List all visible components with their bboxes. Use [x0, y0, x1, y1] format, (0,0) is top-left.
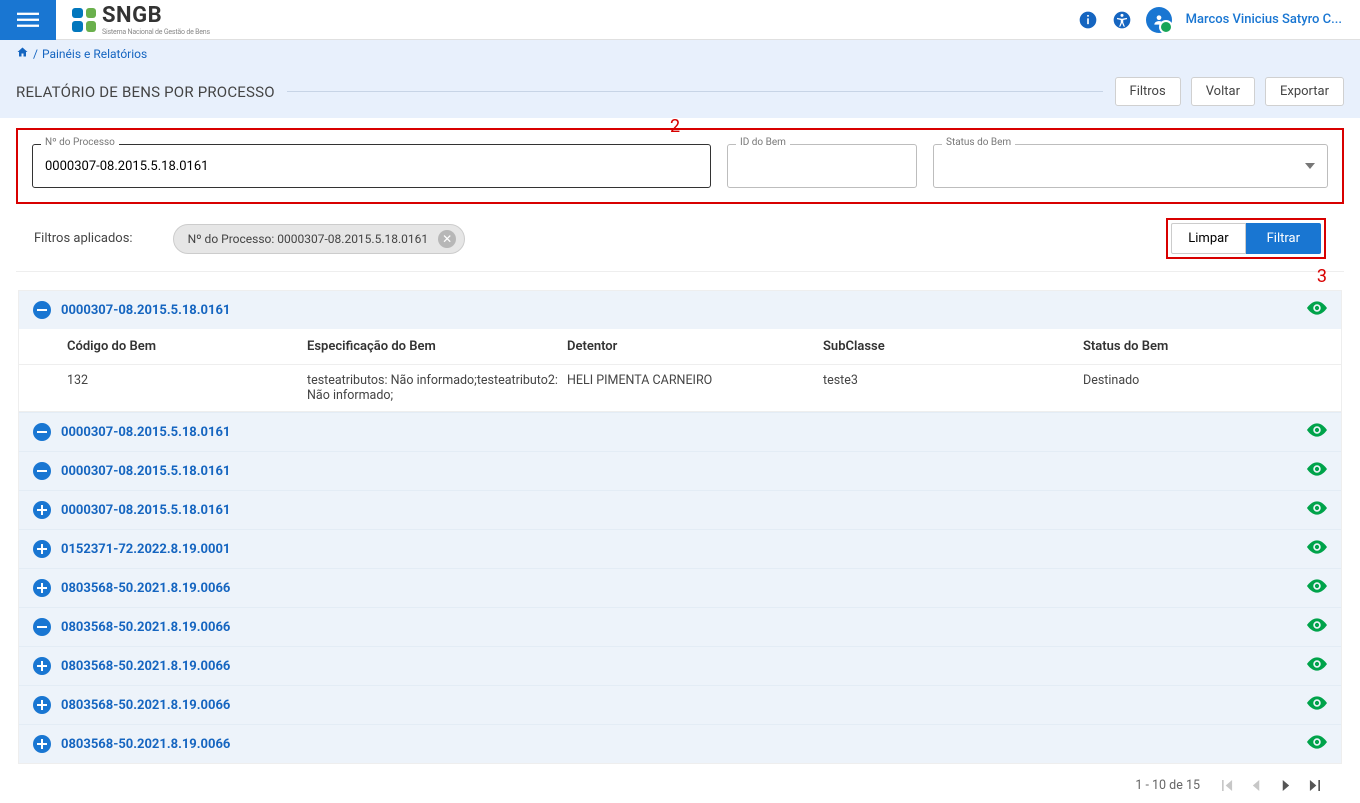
accordion-row[interactable]: 0803568-50.2021.8.19.0066 — [19, 724, 1341, 763]
info-icon[interactable] — [1078, 10, 1098, 30]
breadcrumb: / Painéis e Relatórios — [0, 40, 1360, 67]
process-link[interactable]: 0000307-08.2015.5.18.0161 — [61, 464, 230, 479]
chevron-down-icon — [1305, 163, 1315, 169]
page-title: RELATÓRIO DE BENS POR PROCESSO — [16, 83, 275, 101]
view-icon[interactable] — [1307, 501, 1327, 519]
home-icon[interactable] — [16, 46, 29, 61]
view-icon[interactable] — [1307, 696, 1327, 714]
voltar-button[interactable]: Voltar — [1191, 77, 1255, 106]
detail-row: 132testeatributos: Não informado;testeat… — [19, 365, 1341, 412]
menu-button[interactable] — [0, 0, 56, 40]
accordion-row[interactable]: 0803568-50.2021.8.19.0066 — [19, 685, 1341, 724]
exportar-button[interactable]: Exportar — [1265, 77, 1344, 106]
limpar-button[interactable]: Limpar — [1171, 223, 1245, 254]
filters-applied-label: Filtros aplicados: — [34, 231, 133, 246]
annotation-3: 3 — [1317, 266, 1327, 287]
collapse-icon[interactable] — [33, 618, 51, 636]
view-icon[interactable] — [1307, 735, 1327, 753]
view-icon[interactable] — [1307, 579, 1327, 597]
expand-icon[interactable] — [33, 735, 51, 753]
accordion-row[interactable]: 0152371-72.2022.8.19.0001 — [19, 529, 1341, 568]
process-link[interactable]: 0000307-08.2015.5.18.0161 — [61, 425, 230, 440]
page-prev-icon[interactable] — [1251, 780, 1262, 791]
process-link[interactable]: 0000307-08.2015.5.18.0161 — [61, 503, 230, 518]
user-avatar-icon[interactable] — [1146, 7, 1172, 33]
page-next-icon[interactable] — [1280, 780, 1291, 791]
logo-text: SNGB — [102, 3, 210, 28]
processo-input[interactable] — [32, 144, 711, 188]
accordion-row[interactable]: 0803568-50.2021.8.19.0066 — [19, 646, 1341, 685]
page-first-icon[interactable] — [1222, 780, 1233, 791]
accordion-row[interactable]: 0000307-08.2015.5.18.0161 — [19, 291, 1341, 329]
page-last-icon[interactable] — [1309, 780, 1320, 791]
page-range: 1 - 10 de 15 — [1135, 778, 1200, 793]
collapse-icon[interactable] — [33, 462, 51, 480]
view-icon[interactable] — [1307, 657, 1327, 675]
accordion-row[interactable]: 0803568-50.2021.8.19.0066 — [19, 568, 1341, 607]
logo-icon — [72, 8, 96, 32]
view-icon[interactable] — [1307, 618, 1327, 636]
expand-icon[interactable] — [33, 540, 51, 558]
process-link[interactable]: 0152371-72.2022.8.19.0001 — [61, 542, 230, 557]
process-link[interactable]: 0803568-50.2021.8.19.0066 — [61, 737, 230, 752]
view-icon[interactable] — [1307, 462, 1327, 480]
view-icon[interactable] — [1307, 540, 1327, 558]
id-bem-label: ID do Bem — [736, 137, 790, 148]
breadcrumb-link[interactable]: Painéis e Relatórios — [42, 47, 147, 61]
accordion-row[interactable]: 0803568-50.2021.8.19.0066 — [19, 607, 1341, 646]
process-link[interactable]: 0000307-08.2015.5.18.0161 — [61, 303, 230, 318]
filter-panel: 2 Nº do Processo ID do Bem Status do Bem — [16, 128, 1344, 204]
id-bem-input[interactable] — [727, 144, 917, 188]
process-link[interactable]: 0803568-50.2021.8.19.0066 — [61, 659, 230, 674]
process-link[interactable]: 0803568-50.2021.8.19.0066 — [61, 698, 230, 713]
filter-chip: Nº do Processo: 0000307-08.2015.5.18.016… — [173, 224, 466, 254]
filtrar-button[interactable]: Filtrar — [1246, 223, 1321, 254]
view-icon[interactable] — [1307, 301, 1327, 319]
status-bem-label: Status do Bem — [942, 137, 1015, 148]
process-link[interactable]: 0803568-50.2021.8.19.0066 — [61, 620, 230, 635]
accordion-row[interactable]: 0000307-08.2015.5.18.0161 — [19, 412, 1341, 451]
pagination: 1 - 10 de 15 — [16, 764, 1344, 803]
expand-icon[interactable] — [33, 501, 51, 519]
accordion-row[interactable]: 0000307-08.2015.5.18.0161 — [19, 490, 1341, 529]
accessibility-icon[interactable] — [1112, 10, 1132, 30]
chip-remove-icon[interactable]: ✕ — [438, 230, 456, 248]
accordion-row[interactable]: 0000307-08.2015.5.18.0161 — [19, 451, 1341, 490]
expand-icon[interactable] — [33, 579, 51, 597]
collapse-icon[interactable] — [33, 423, 51, 441]
view-icon[interactable] — [1307, 423, 1327, 441]
filtros-button[interactable]: Filtros — [1115, 77, 1181, 106]
annotation-2: 2 — [670, 116, 680, 137]
logo-subtitle: Sistema Nacional de Gestão de Bens — [102, 28, 210, 36]
detail-header: Código do BemEspecificação do BemDetento… — [19, 329, 1341, 365]
collapse-icon[interactable] — [33, 301, 51, 319]
expand-icon[interactable] — [33, 657, 51, 675]
expand-icon[interactable] — [33, 696, 51, 714]
logo: SNGB Sistema Nacional de Gestão de Bens — [72, 3, 210, 36]
user-name[interactable]: Marcos Vinicius Satyro C... — [1186, 12, 1342, 27]
status-bem-select[interactable] — [933, 144, 1328, 188]
proc-label: Nº do Processo — [41, 137, 119, 148]
process-link[interactable]: 0803568-50.2021.8.19.0066 — [61, 581, 230, 596]
